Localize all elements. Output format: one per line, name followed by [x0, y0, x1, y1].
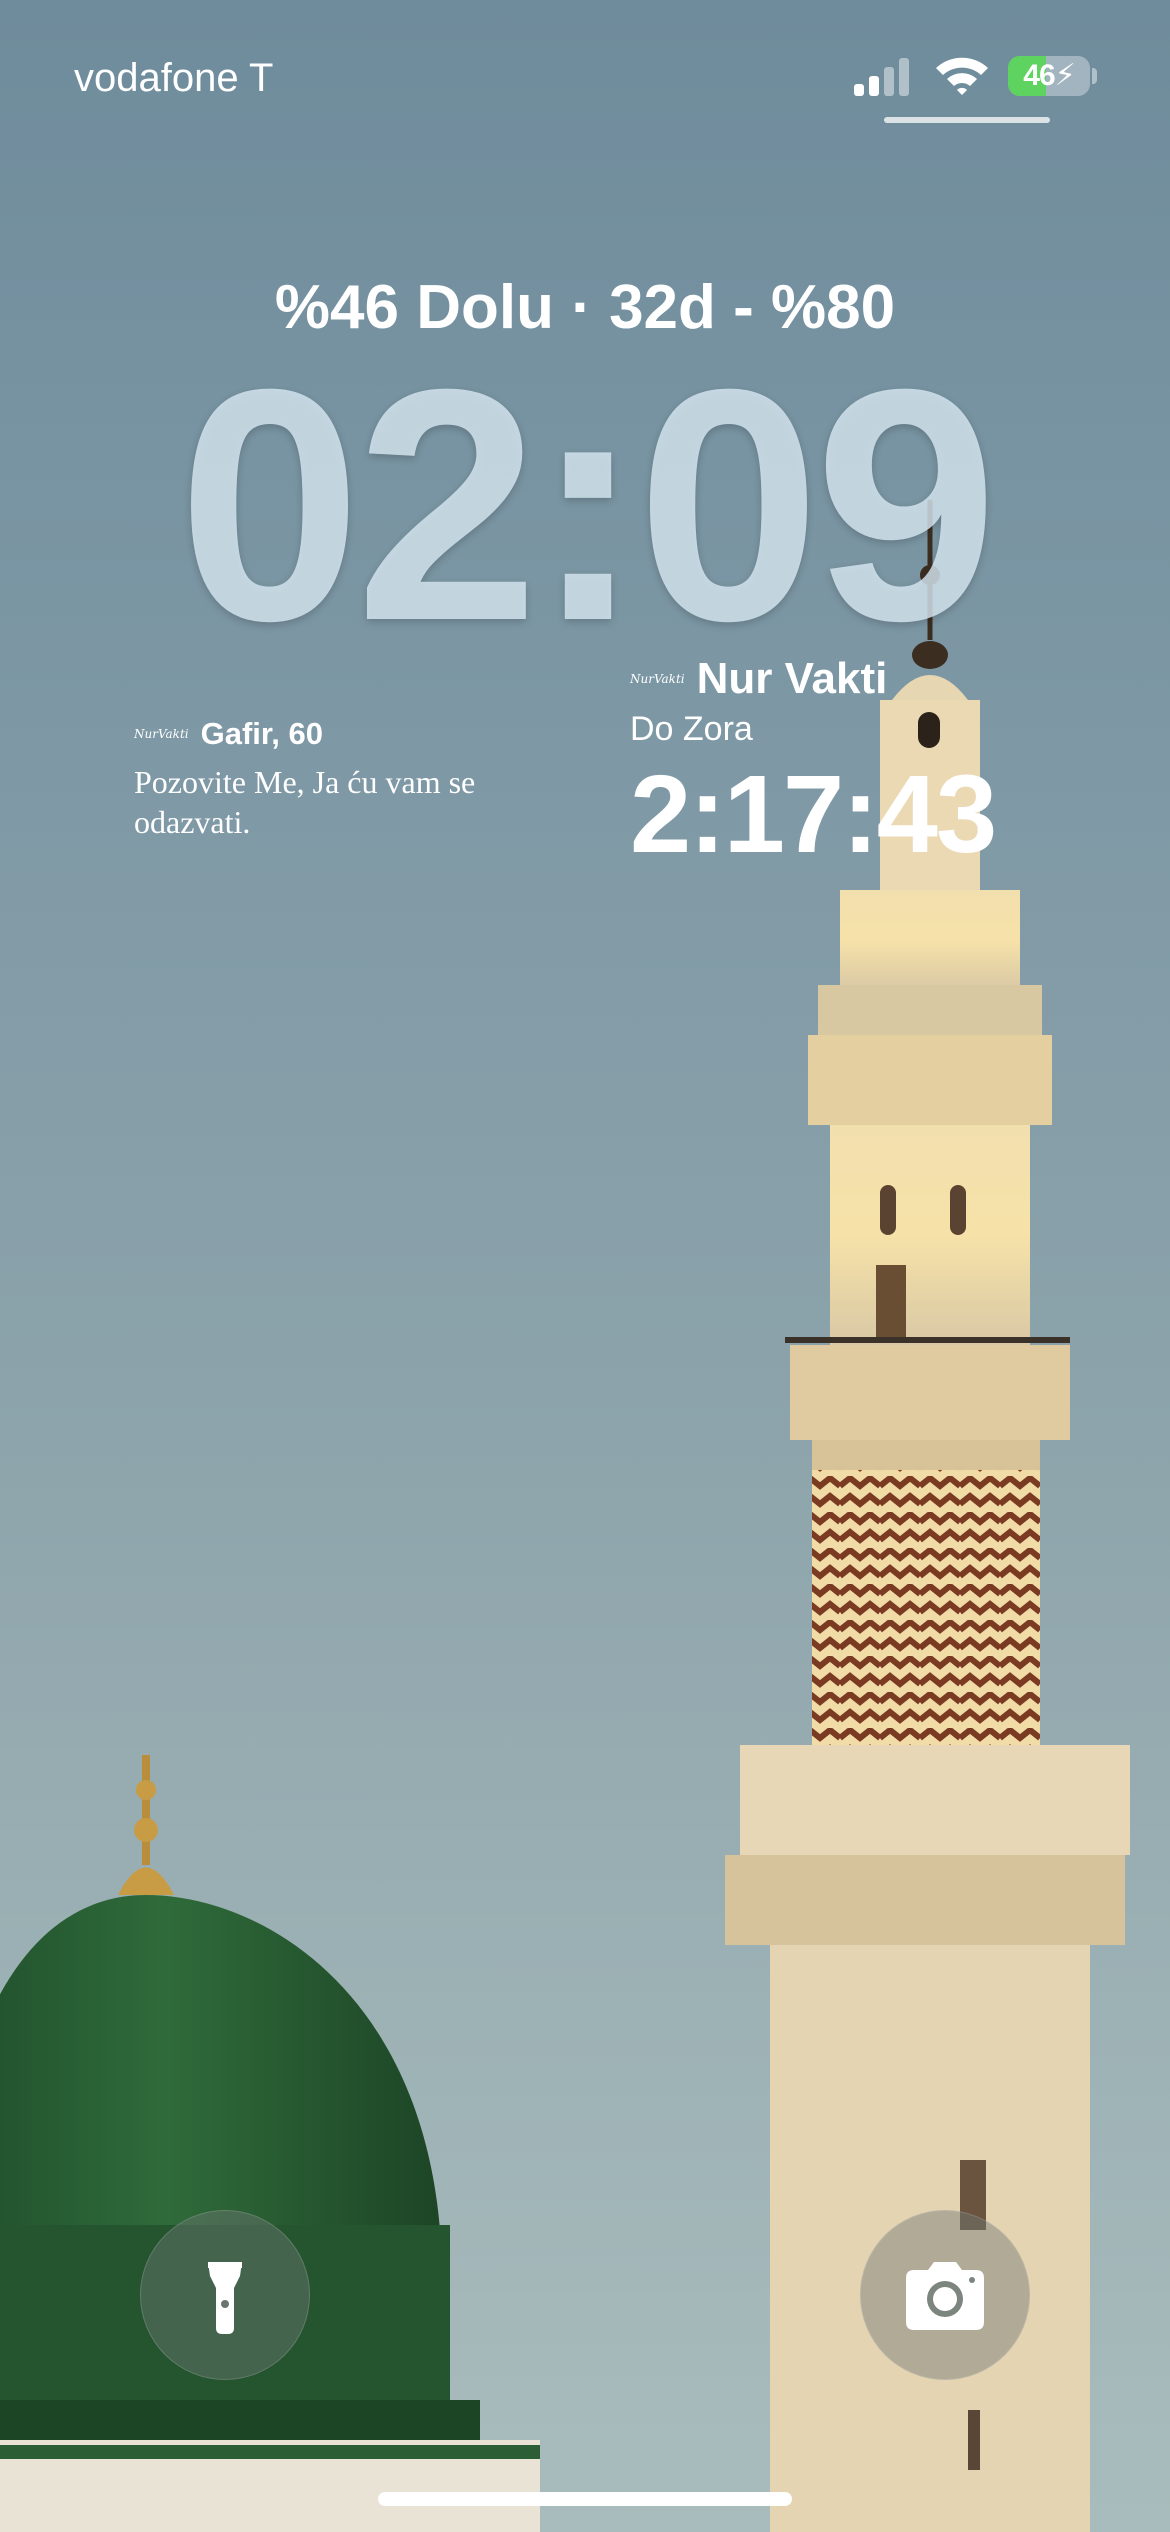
prayer-countdown: 2:17:43 — [630, 753, 997, 876]
battery-indicator: 46⚡ — [1008, 56, 1090, 96]
flashlight-icon — [208, 2262, 242, 2334]
verse-text: Pozovite Me, Ja ću vam se odazvati. — [134, 764, 476, 840]
battery-tip — [1092, 68, 1097, 84]
flashlight-button[interactable] — [140, 2210, 310, 2380]
wifi-icon — [936, 57, 988, 95]
battery-percent: 46⚡ — [1023, 59, 1076, 92]
app-logo: NurVakti — [630, 672, 685, 686]
camera-icon — [906, 2262, 984, 2330]
cellular-signal-icon — [854, 58, 909, 96]
lock-screen-clock: 02:09 — [177, 320, 998, 689]
charging-bolt-icon: ⚡ — [1054, 59, 1076, 92]
home-indicator[interactable] — [378, 2492, 792, 2506]
prayer-time-widget[interactable]: NurVakti Nur Vakti Do Zora 2:17:43 — [630, 654, 1050, 875]
verse-reference: Gafir, 60 — [200, 716, 323, 751]
camera-button[interactable] — [860, 2210, 1030, 2380]
status-bar-underline — [884, 117, 1050, 123]
status-bar: vodafone T 46⚡ — [0, 0, 1170, 130]
green-dome — [0, 1755, 540, 2532]
verse-widget[interactable]: NurVakti Gafir, 60 Pozovite Me, Ja ću vam… — [134, 716, 554, 842]
app-logo: NurVakti — [134, 727, 189, 741]
prayer-label: Do Zora — [630, 710, 753, 748]
carrier-name: vodafone T — [74, 56, 274, 100]
prayer-app-name: Nur Vakti — [696, 654, 888, 703]
